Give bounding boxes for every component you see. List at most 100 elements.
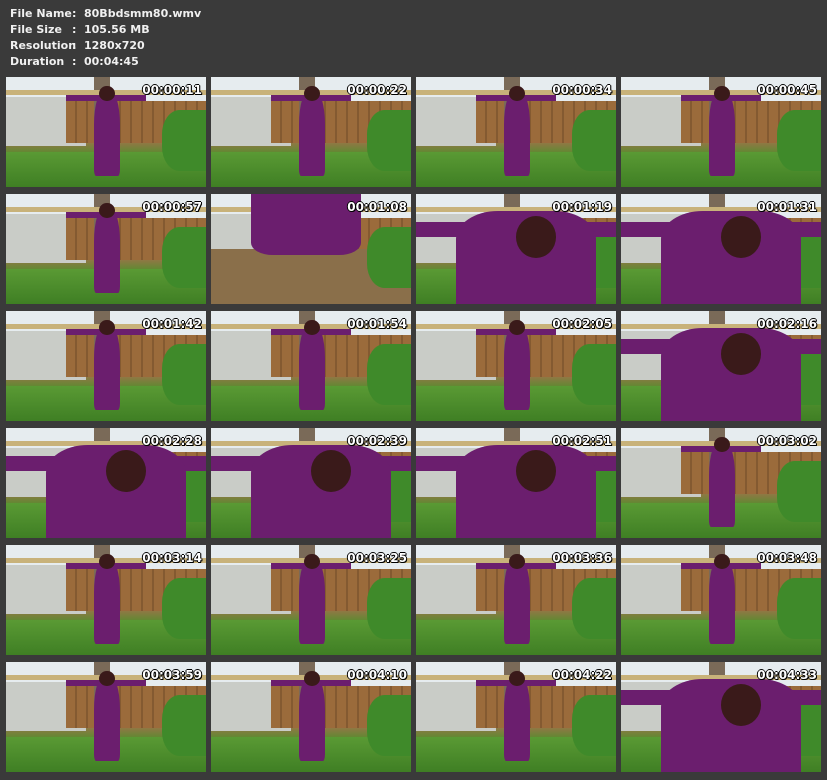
video-thumbnail[interactable]: 00:02:51 bbox=[416, 428, 616, 538]
video-thumbnail[interactable]: 00:02:39 bbox=[211, 428, 411, 538]
thumb-timestamp: 00:04:10 bbox=[347, 668, 407, 682]
video-thumbnail[interactable]: 00:00:11 bbox=[6, 77, 206, 187]
thumb-figure bbox=[709, 558, 735, 644]
video-thumbnail[interactable]: 00:01:08 bbox=[211, 194, 411, 304]
thumb-timestamp: 00:03:14 bbox=[142, 551, 202, 565]
thumb-timestamp: 00:01:54 bbox=[347, 317, 407, 331]
thumb-figure bbox=[94, 558, 120, 644]
thumb-timestamp: 00:00:57 bbox=[142, 200, 202, 214]
video-thumbnail[interactable]: 00:04:10 bbox=[211, 662, 411, 772]
thumb-bush bbox=[162, 695, 206, 756]
thumb-figure bbox=[299, 558, 325, 644]
thumb-bush bbox=[367, 578, 411, 639]
thumb-figure bbox=[299, 90, 325, 176]
duration-colon: : bbox=[72, 55, 77, 68]
thumb-head bbox=[721, 684, 761, 726]
thumb-figure bbox=[251, 194, 361, 255]
thumb-bush bbox=[367, 227, 411, 288]
video-thumbnail[interactable]: 00:01:54 bbox=[211, 311, 411, 421]
duration-label: Duration bbox=[10, 55, 65, 68]
video-thumbnail[interactable]: 00:03:25 bbox=[211, 545, 411, 655]
thumb-figure bbox=[299, 675, 325, 761]
video-thumbnail[interactable]: 00:03:02 bbox=[621, 428, 821, 538]
thumb-timestamp: 00:03:25 bbox=[347, 551, 407, 565]
thumb-bush bbox=[162, 110, 206, 171]
thumb-bush bbox=[777, 461, 821, 522]
thumb-bush bbox=[367, 695, 411, 756]
thumb-timestamp: 00:01:08 bbox=[347, 200, 407, 214]
thumb-head bbox=[509, 553, 525, 570]
video-thumbnail[interactable]: 00:00:34 bbox=[416, 77, 616, 187]
file-size-label: File Size bbox=[10, 23, 62, 36]
video-thumbnail[interactable]: 00:00:45 bbox=[621, 77, 821, 187]
thumb-figure bbox=[299, 324, 325, 410]
video-thumbnail[interactable]: 00:02:16 bbox=[621, 311, 821, 421]
thumb-head bbox=[304, 553, 320, 570]
video-thumbnail[interactable]: 00:02:05 bbox=[416, 311, 616, 421]
thumb-head bbox=[304, 319, 320, 336]
thumb-bush bbox=[777, 110, 821, 171]
file-size-colon: : bbox=[72, 23, 77, 36]
thumb-timestamp: 00:01:42 bbox=[142, 317, 202, 331]
video-thumbnail[interactable]: 00:00:57 bbox=[6, 194, 206, 304]
video-thumbnail[interactable]: 00:03:14 bbox=[6, 545, 206, 655]
thumb-head bbox=[99, 202, 115, 219]
file-info-header: File Name : 80Bbdsmm80.wmv File Size : 1… bbox=[10, 6, 201, 70]
thumb-figure bbox=[504, 324, 530, 410]
resolution-colon: : bbox=[72, 39, 77, 52]
thumb-figure bbox=[504, 90, 530, 176]
file-name-colon: : bbox=[72, 7, 77, 20]
thumb-timestamp: 00:00:11 bbox=[142, 83, 202, 97]
thumb-timestamp: 00:02:39 bbox=[347, 434, 407, 448]
thumb-figure bbox=[94, 675, 120, 761]
thumb-head bbox=[99, 85, 115, 102]
video-thumbnail[interactable]: 00:03:59 bbox=[6, 662, 206, 772]
thumb-head bbox=[714, 85, 730, 102]
thumb-head bbox=[714, 436, 730, 453]
video-thumbnail[interactable]: 00:01:31 bbox=[621, 194, 821, 304]
file-name-label: File Name bbox=[10, 7, 72, 20]
thumb-timestamp: 00:04:22 bbox=[552, 668, 612, 682]
thumb-head bbox=[304, 670, 320, 687]
video-thumbnail[interactable]: 00:01:19 bbox=[416, 194, 616, 304]
thumb-bush bbox=[572, 578, 616, 639]
thumb-timestamp: 00:02:51 bbox=[552, 434, 612, 448]
thumb-bush bbox=[367, 344, 411, 405]
video-thumbnail[interactable]: 00:04:33 bbox=[621, 662, 821, 772]
thumb-bush bbox=[572, 695, 616, 756]
thumb-figure bbox=[709, 441, 735, 527]
thumb-timestamp: 00:03:59 bbox=[142, 668, 202, 682]
thumb-bush bbox=[162, 227, 206, 288]
thumb-head bbox=[99, 670, 115, 687]
video-thumbnail[interactable]: 00:03:48 bbox=[621, 545, 821, 655]
duration-value: 00:04:45 bbox=[84, 55, 139, 68]
thumb-timestamp: 00:00:22 bbox=[347, 83, 407, 97]
duration-row: Duration : 00:04:45 bbox=[10, 54, 201, 70]
thumb-head bbox=[509, 85, 525, 102]
thumb-head bbox=[509, 319, 525, 336]
thumb-bush bbox=[367, 110, 411, 171]
thumb-head bbox=[714, 553, 730, 570]
file-size-value: 105.56 MB bbox=[84, 23, 150, 36]
thumb-head bbox=[99, 319, 115, 336]
thumb-bush bbox=[572, 110, 616, 171]
resolution-label: Resolution bbox=[10, 39, 77, 52]
thumb-timestamp: 00:01:31 bbox=[757, 200, 817, 214]
thumb-figure bbox=[94, 207, 120, 293]
video-thumbnail[interactable]: 00:01:42 bbox=[6, 311, 206, 421]
thumb-figure bbox=[709, 90, 735, 176]
thumb-head bbox=[516, 216, 556, 258]
video-thumbnail[interactable]: 00:02:28 bbox=[6, 428, 206, 538]
video-thumbnail[interactable]: 00:00:22 bbox=[211, 77, 411, 187]
thumb-timestamp: 00:04:33 bbox=[757, 668, 817, 682]
thumb-timestamp: 00:03:48 bbox=[757, 551, 817, 565]
video-thumbnail[interactable]: 00:03:36 bbox=[416, 545, 616, 655]
thumb-head bbox=[304, 85, 320, 102]
thumb-bush bbox=[162, 578, 206, 639]
thumb-head bbox=[311, 450, 351, 492]
video-thumbnail[interactable]: 00:04:22 bbox=[416, 662, 616, 772]
file-name-row: File Name : 80Bbdsmm80.wmv bbox=[10, 6, 201, 22]
thumb-figure bbox=[504, 558, 530, 644]
thumb-bush bbox=[162, 344, 206, 405]
thumb-head bbox=[509, 670, 525, 687]
